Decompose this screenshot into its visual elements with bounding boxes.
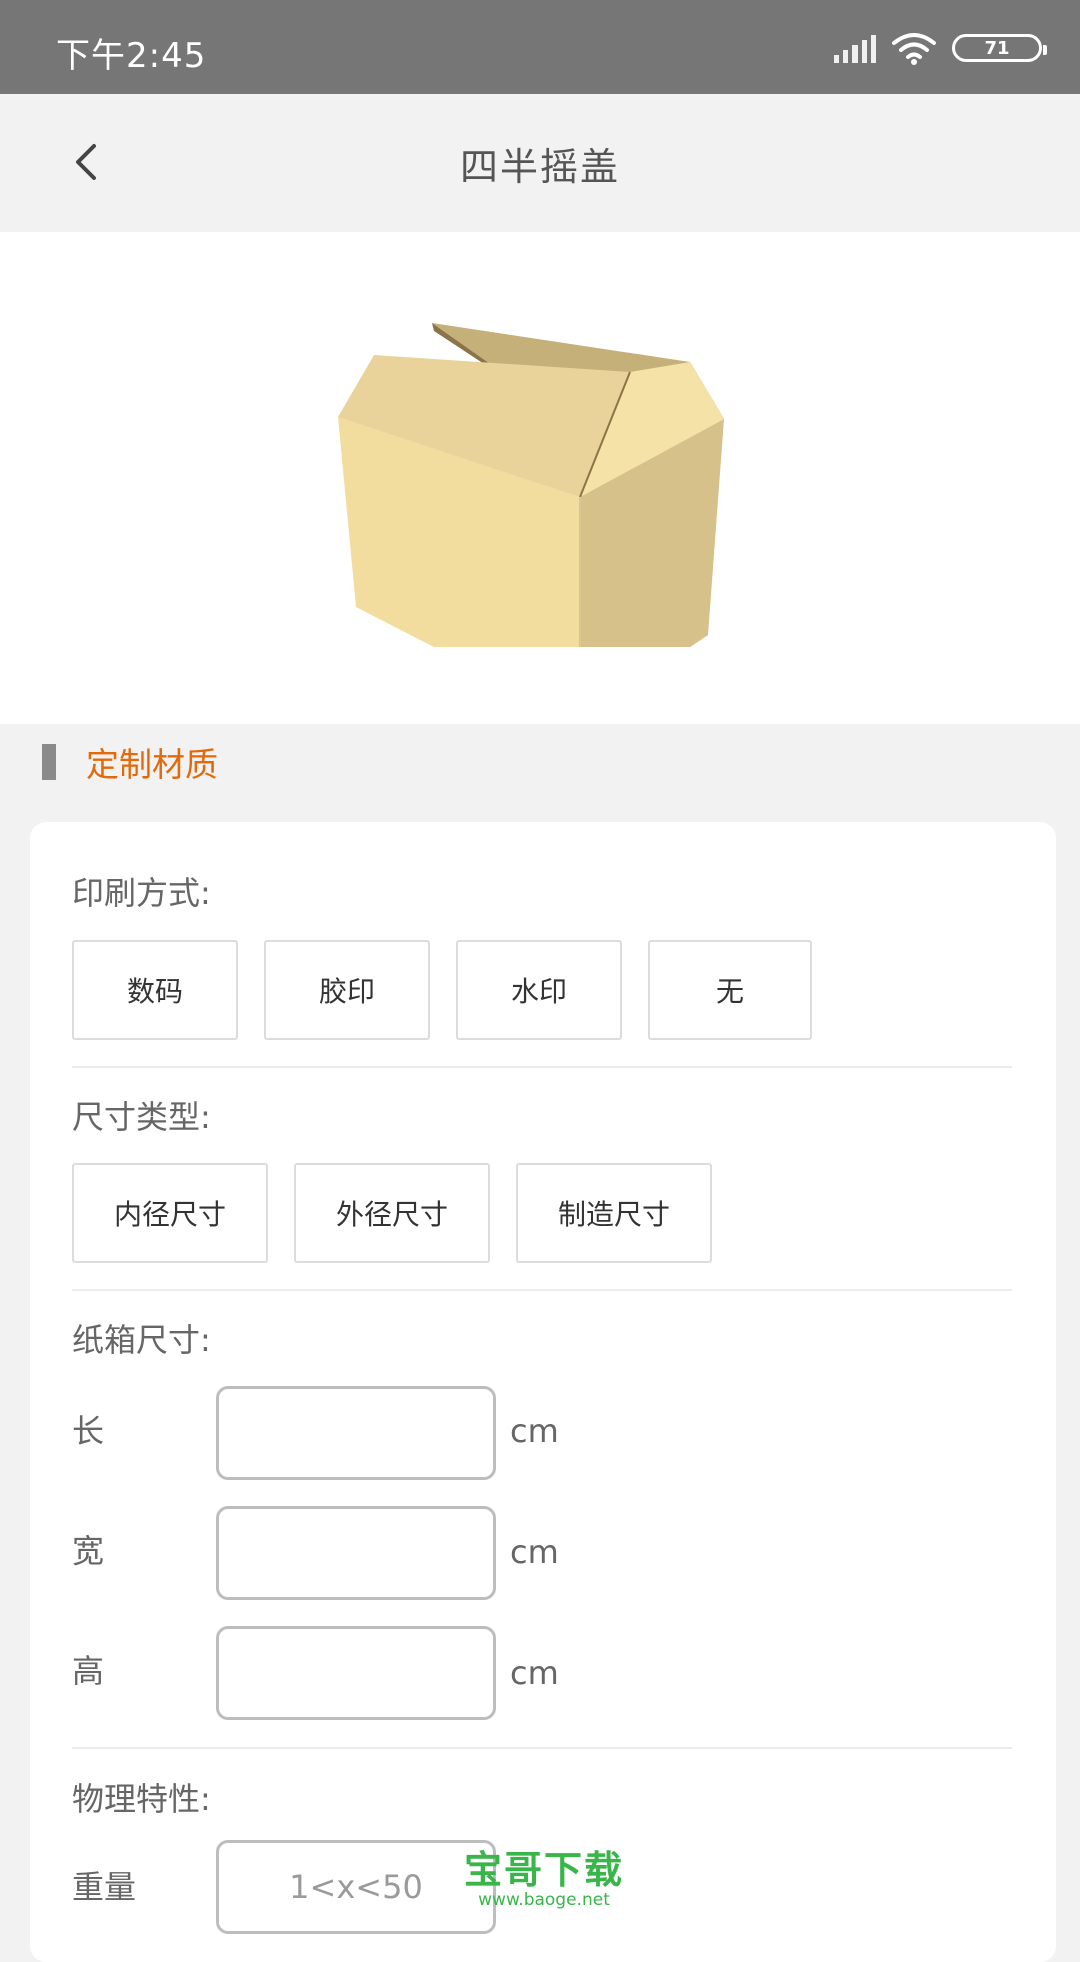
divider (72, 1747, 1012, 1749)
width-label: 宽 (72, 1532, 105, 1570)
watermark-logo: 宝哥下载 www.baoge.net (464, 1850, 624, 1910)
length-input[interactable] (216, 1386, 496, 1480)
width-input[interactable] (216, 1506, 496, 1600)
size-type-label: 尺寸类型: (72, 1098, 211, 1136)
watermark-url: www.baoge.net (478, 1890, 610, 1910)
printing-method-label: 印刷方式: (72, 874, 211, 912)
section-title: 定制材质 (86, 745, 218, 784)
nav-bar: 四半摇盖 (0, 94, 1080, 232)
section-header: 定制材质 (0, 724, 1080, 822)
status-bar: 下午2:45 71 (0, 0, 1080, 94)
length-label: 长 (72, 1412, 105, 1450)
printing-option-none[interactable]: 无 (648, 940, 812, 1040)
status-icons: 71 (834, 28, 1047, 68)
carton-box-illustration (338, 323, 724, 647)
height-input[interactable] (216, 1626, 496, 1720)
watermark-text: 宝哥下载 (464, 1848, 625, 1892)
printing-option-offset[interactable]: 胶印 (264, 940, 430, 1040)
divider (72, 1066, 1012, 1068)
battery-level: 71 (984, 37, 1010, 59)
height-unit: cm (510, 1654, 559, 1692)
printing-option-digital[interactable]: 数码 (72, 940, 238, 1040)
printing-option-watermark[interactable]: 水印 (456, 940, 622, 1040)
wifi-icon (892, 33, 936, 65)
size-type-outer[interactable]: 外径尺寸 (294, 1163, 490, 1263)
status-time: 下午2:45 (56, 36, 207, 76)
width-unit: cm (510, 1533, 559, 1571)
signal-icon (834, 33, 877, 63)
divider (72, 1289, 1012, 1291)
product-image-area (0, 232, 1080, 724)
height-label: 高 (72, 1652, 105, 1690)
size-type-manufacture[interactable]: 制造尺寸 (516, 1163, 712, 1263)
physical-properties-label: 物理特性: (72, 1780, 211, 1818)
options-card: 印刷方式: 数码 胶印 水印 无 尺寸类型: 内径尺寸 外径尺寸 制造尺寸 纸箱… (30, 822, 1056, 1962)
size-type-inner[interactable]: 内径尺寸 (72, 1163, 268, 1263)
length-unit: cm (510, 1412, 559, 1450)
page-title: 四半摇盖 (459, 145, 620, 189)
box-size-label: 纸箱尺寸: (72, 1321, 211, 1359)
section-marker (42, 744, 56, 780)
weight-label: 重量 (72, 1868, 137, 1906)
battery-icon: 71 (952, 34, 1047, 62)
